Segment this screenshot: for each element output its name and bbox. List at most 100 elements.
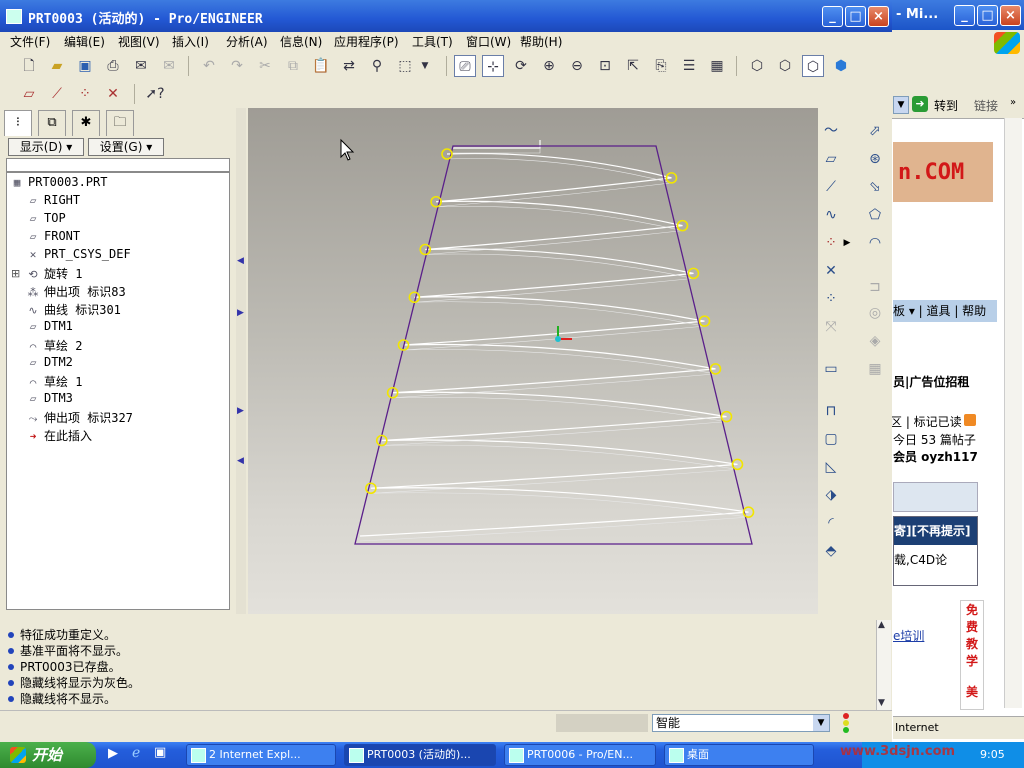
- rss-icon[interactable]: [964, 414, 976, 426]
- merge-icon[interactable]: ⊐: [864, 276, 886, 298]
- menu-file[interactable]: 文件(F): [10, 32, 50, 52]
- saved-views-icon[interactable]: ⎘: [650, 55, 672, 77]
- save-icon[interactable]: ▣: [74, 55, 96, 77]
- intersect-icon[interactable]: ◎: [864, 302, 886, 324]
- show-dropdown-button[interactable]: 显示(D) ▾: [8, 138, 84, 156]
- shell-tool-icon[interactable]: ▢: [820, 428, 842, 450]
- tree-node[interactable]: ➜ 在此插入: [25, 427, 92, 445]
- app-icon[interactable]: [6, 9, 22, 24]
- menu-info[interactable]: 信息(N): [280, 32, 322, 52]
- tree-node[interactable]: ✕ PRT_CSYS_DEF: [25, 247, 131, 265]
- taskbar-button-ie[interactable]: 2 Internet Expl...: [186, 744, 336, 766]
- hidden-line-icon[interactable]: ⬡: [774, 55, 796, 77]
- print-icon[interactable]: ⎙: [102, 55, 124, 77]
- start-button[interactable]: 开始: [0, 742, 96, 768]
- mirror-tool-icon[interactable]: ⤧: [820, 316, 842, 338]
- cut-icon[interactable]: ✂: [254, 55, 276, 77]
- point-flyout-icon[interactable]: ▶: [842, 232, 852, 254]
- favorites-tab-icon[interactable]: ✱: [72, 110, 100, 136]
- settings-dropdown-button[interactable]: 设置(G) ▾: [88, 138, 164, 156]
- collapse-left-icon[interactable]: ◀: [237, 456, 244, 466]
- datum-plane-tool-icon[interactable]: ▱: [820, 148, 842, 170]
- menu-analysis[interactable]: 分析(A): [226, 32, 268, 52]
- address-dropdown-icon[interactable]: ▼: [893, 96, 909, 114]
- round-tool-icon[interactable]: ◜: [820, 512, 842, 534]
- sketch-tool-icon[interactable]: 〜: [820, 120, 842, 142]
- tree-node[interactable]: ▱ FRONT: [25, 229, 80, 247]
- refit-icon[interactable]: ⊡: [594, 55, 616, 77]
- menu-window[interactable]: 窗口(W): [466, 32, 511, 52]
- datum-axes-display-icon[interactable]: ⟋: [46, 83, 68, 105]
- orient-mode-icon[interactable]: ⟳: [510, 55, 532, 77]
- menu-tools[interactable]: 工具(T): [412, 32, 453, 52]
- paste-icon[interactable]: 📋: [310, 55, 332, 77]
- zoom-out-icon[interactable]: ⊖: [566, 55, 588, 77]
- expand-right-icon[interactable]: ▶: [237, 406, 244, 416]
- datum-point-tool-icon[interactable]: ⁘: [820, 232, 842, 254]
- traffic-light-icon[interactable]: [840, 712, 852, 734]
- expand-right-icon[interactable]: ▶: [237, 308, 244, 318]
- tree-node[interactable]: ▱ DTM1: [25, 319, 73, 337]
- menu-edit[interactable]: 编辑(E): [64, 32, 105, 52]
- minimize-button[interactable]: _: [822, 6, 843, 27]
- tree-root[interactable]: ▦ PRT0003.PRT: [9, 175, 108, 193]
- chamfer-tool-icon[interactable]: ⬘: [820, 540, 842, 562]
- offset-icon[interactable]: ◈: [864, 330, 886, 352]
- insert-mode-icon[interactable]: ⬀: [864, 120, 886, 142]
- redo-icon[interactable]: ↷: [226, 55, 248, 77]
- tree-node[interactable]: ▱ DTM3: [25, 391, 73, 409]
- collapse-left-icon[interactable]: ◀: [237, 256, 244, 266]
- message-scrollbar[interactable]: ▲ ▼: [876, 620, 891, 710]
- datum-axis-tool-icon[interactable]: ⟋: [820, 176, 842, 198]
- folder-tab-icon[interactable]: 🗀: [106, 110, 134, 136]
- tree-node[interactable]: ▱ DTM2: [25, 355, 73, 373]
- menu-applications[interactable]: 应用程序(P): [334, 32, 399, 52]
- zoom-in-icon[interactable]: ⊕: [538, 55, 560, 77]
- go-arrow-icon[interactable]: ➜: [912, 96, 928, 112]
- selection-filter-select[interactable]: 智能 ▼: [652, 714, 830, 732]
- tree-node[interactable]: ⁂ 伸出项 标识83: [25, 283, 126, 301]
- forum-text-line[interactable]: 区 | 标记已读: [890, 413, 962, 430]
- datum-points-display-icon[interactable]: ⁘: [74, 83, 96, 105]
- taskbar-button-prt0006[interactable]: PRT0006 - Pro/EN...: [504, 744, 656, 766]
- datum-planes-display-icon[interactable]: ▱: [18, 83, 40, 105]
- maximize-button[interactable]: □: [845, 6, 866, 27]
- expand-node-icon[interactable]: ⊞: [11, 265, 20, 283]
- browser-maximize-button[interactable]: □: [977, 5, 998, 26]
- send-attachment-icon[interactable]: ✉: [158, 55, 180, 77]
- quicklaunch-media-icon[interactable]: ▶: [108, 746, 118, 761]
- forum-notice-header[interactable]: 寄][不再提示]: [894, 517, 977, 545]
- boundary-blend-icon[interactable]: ◠: [864, 232, 886, 254]
- datum-curve-tool-icon[interactable]: ∿: [820, 204, 842, 226]
- scroll-up-icon[interactable]: ▲: [878, 620, 885, 630]
- close-button[interactable]: ×: [868, 6, 889, 27]
- tree-node[interactable]: ∿ 曲线 标识301: [25, 301, 121, 319]
- find-icon[interactable]: ⚲: [366, 55, 388, 77]
- no-hidden-icon[interactable]: ⬡: [802, 55, 824, 77]
- menu-view[interactable]: 视图(V): [118, 32, 160, 52]
- analysis-feature-icon[interactable]: ⁘: [820, 288, 842, 310]
- links-button[interactable]: 链接: [974, 97, 998, 114]
- csys-display-icon[interactable]: ✕: [102, 83, 124, 105]
- taskbar-button-prt0003[interactable]: PRT0003 (活动的)...: [344, 744, 496, 766]
- tree-node[interactable]: ⤳ 伸出项 标识327: [25, 409, 133, 427]
- reorient-icon[interactable]: ⇱: [622, 55, 644, 77]
- scroll-down-icon[interactable]: ▼: [878, 698, 885, 708]
- open-folder-icon[interactable]: ▰: [46, 55, 68, 77]
- undo-icon[interactable]: ↶: [198, 55, 220, 77]
- browser-close-button[interactable]: ×: [1000, 5, 1021, 26]
- forum-nav[interactable]: 板 ▾ | 道具 | 帮助: [893, 300, 997, 322]
- links-chevron-icon[interactable]: »: [1010, 97, 1016, 108]
- select-box-icon[interactable]: ⬚: [394, 55, 416, 77]
- pattern-icon[interactable]: ▦: [864, 358, 886, 380]
- browser-minimize-button[interactable]: _: [954, 5, 975, 26]
- go-button[interactable]: 转到: [934, 97, 958, 114]
- rib-tool-icon[interactable]: ◺: [820, 456, 842, 478]
- menu-insert[interactable]: 插入(I): [172, 32, 209, 52]
- view-manager-icon[interactable]: ▦: [706, 55, 728, 77]
- tree-node[interactable]: ▱ TOP: [25, 211, 66, 229]
- tree-node[interactable]: ⌒ 草绘 1: [25, 373, 83, 391]
- spin-center-icon[interactable]: ⊹: [482, 55, 504, 77]
- send-mail-icon[interactable]: ✉: [130, 55, 152, 77]
- title-bar[interactable]: PRT0003 (活动的) - Pro/ENGINEER _ □ ×: [0, 0, 892, 32]
